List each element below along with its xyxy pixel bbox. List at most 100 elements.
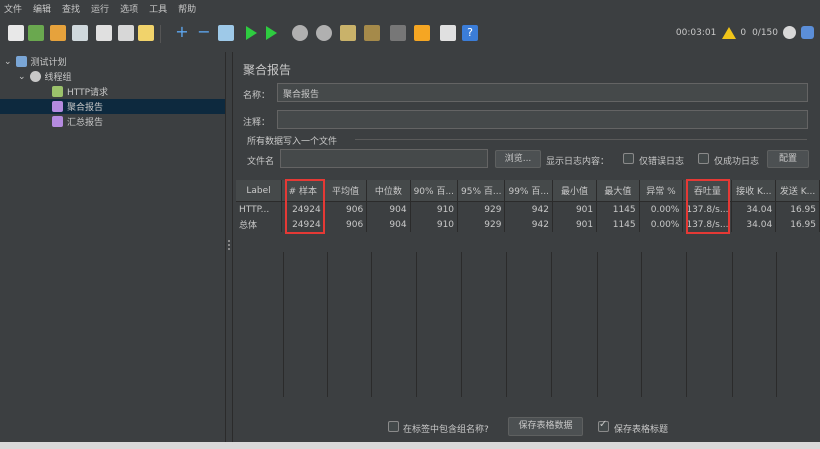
menu-edit[interactable]: 编辑 — [33, 2, 51, 15]
save-table-data-button[interactable]: 保存表格数据 — [508, 417, 583, 436]
status-area: 00:03:01 0 0/150 — [676, 26, 814, 39]
filename-label: 文件名 — [247, 157, 275, 167]
table-cell: 16.95 — [775, 217, 820, 232]
comment-field[interactable] — [277, 110, 808, 129]
samples-column-highlight — [285, 179, 325, 234]
configure-button[interactable]: 配置 — [767, 150, 809, 168]
stop-icon[interactable] — [292, 25, 308, 41]
table-cell: 901 — [552, 201, 598, 217]
collapse-icon[interactable]: − — [196, 24, 212, 41]
table-cell: 34.04 — [731, 217, 777, 232]
test-tree: ⌄ 测试计划 ⌄ 线程组 HTTP请求 聚合报告 汇总报告 — [0, 52, 226, 442]
reset-search-icon[interactable] — [414, 25, 430, 41]
column-header[interactable]: 中位数 — [366, 180, 411, 202]
success-only-label: 仅成功日志 — [714, 157, 760, 167]
menu-options[interactable]: 选项 — [120, 2, 138, 15]
table-cell: 904 — [366, 201, 411, 217]
cut-icon[interactable] — [96, 25, 112, 41]
aggregate-report-panel: 聚合报告 名称： 聚合报告 注释： 所有数据写入一个文件 文件名 浏览... 显… — [233, 52, 820, 442]
tree-label: 聚合报告 — [67, 103, 104, 113]
errors-only-checkbox[interactable] — [623, 153, 634, 164]
group-divider — [355, 139, 807, 140]
column-header[interactable]: 平均值 — [324, 180, 368, 202]
listener-icon — [52, 101, 63, 112]
tree-node-summary-report[interactable]: 汇总报告 — [52, 114, 103, 129]
open-icon[interactable] — [50, 25, 66, 41]
table-cell: 1145 — [596, 201, 640, 217]
file-group-title: 所有数据写入一个文件 — [247, 137, 338, 147]
column-header[interactable]: 发送 K... — [775, 180, 820, 202]
new-icon[interactable] — [8, 25, 24, 41]
shutdown-icon[interactable] — [316, 25, 332, 41]
filename-field[interactable] — [280, 149, 488, 168]
save-icon[interactable] — [72, 25, 88, 41]
test-plan-icon — [15, 56, 27, 67]
search-icon[interactable] — [390, 25, 406, 41]
warning-icon[interactable] — [722, 26, 737, 39]
table-cell: 901 — [552, 217, 598, 232]
chevron-down-icon[interactable]: ⌄ — [4, 57, 12, 67]
name-field[interactable]: 聚合报告 — [277, 83, 808, 102]
tree-node-thread-group[interactable]: ⌄ 线程组 — [18, 69, 72, 84]
chevron-down-icon[interactable]: ⌄ — [18, 72, 26, 82]
column-header[interactable]: 90% 百... — [410, 180, 459, 202]
table-cell: 904 — [366, 217, 411, 232]
column-header[interactable]: 95% 百... — [457, 180, 506, 202]
toolbar: + − ? 00:03:01 0 0/150 — [0, 17, 820, 53]
menu-bar: 文件 编辑 查找 运行 选项 工具 帮助 — [0, 0, 820, 17]
include-group-checkbox[interactable] — [388, 421, 399, 432]
start-no-pause-icon[interactable] — [266, 26, 277, 40]
column-header[interactable]: 99% 百... — [504, 180, 553, 202]
table-cell: 906 — [324, 201, 368, 217]
menu-tools[interactable]: 工具 — [149, 2, 167, 15]
column-header[interactable]: 异常 % — [639, 180, 684, 202]
save-table-header-checkbox[interactable] — [598, 419, 609, 432]
listener-icon — [52, 116, 63, 127]
clear-icon[interactable] — [340, 25, 356, 41]
errors-only-label: 仅错误日志 — [639, 157, 685, 167]
column-header[interactable]: Label — [236, 180, 282, 202]
logger-icon[interactable] — [801, 26, 814, 39]
elapsed-timer: 00:03:01 — [675, 27, 717, 38]
table-cell: 906 — [324, 217, 368, 232]
browse-button[interactable]: 浏览... — [495, 150, 541, 168]
table-cell: 942 — [504, 217, 553, 232]
menu-help[interactable]: 帮助 — [178, 2, 196, 15]
function-helper-icon[interactable] — [440, 25, 456, 41]
menu-file[interactable]: 文件 — [4, 2, 22, 15]
column-header[interactable]: 最大值 — [596, 180, 640, 202]
clear-all-icon[interactable] — [364, 25, 380, 41]
remote-icon[interactable] — [783, 26, 796, 39]
templates-icon[interactable] — [28, 25, 44, 41]
copy-icon[interactable] — [118, 25, 134, 41]
expand-icon[interactable]: + — [174, 24, 190, 41]
thread-count: 0/150 — [752, 27, 778, 38]
tree-node-aggregate-report[interactable]: 聚合报告 — [0, 99, 225, 114]
include-group-label: 在标签中包含组名称? — [403, 425, 489, 435]
tree-node-http-request[interactable]: HTTP请求 — [52, 84, 108, 99]
panel-title: 聚合报告 — [243, 63, 292, 77]
tree-node-test-plan[interactable]: ⌄ 测试计划 — [4, 54, 67, 69]
table-cell: 910 — [410, 201, 459, 217]
tree-label: 汇总报告 — [67, 118, 104, 128]
help-icon[interactable]: ? — [462, 25, 478, 41]
table-cell: 16.95 — [775, 201, 820, 217]
column-header[interactable]: 接收 K... — [731, 180, 777, 202]
splitter-handle[interactable] — [226, 52, 233, 442]
throughput-column-highlight — [686, 179, 730, 234]
column-header[interactable]: 最小值 — [552, 180, 598, 202]
warning-count: 0 — [740, 27, 747, 38]
tree-label: HTTP请求 — [67, 88, 109, 98]
success-only-checkbox[interactable] — [698, 153, 709, 164]
menu-run[interactable]: 运行 — [91, 2, 109, 15]
menu-search[interactable]: 查找 — [62, 2, 80, 15]
start-icon[interactable] — [246, 26, 257, 40]
paste-icon[interactable] — [138, 25, 154, 41]
tree-label: 线程组 — [44, 73, 72, 83]
toolbar-separator — [160, 25, 161, 43]
report-footer: 在标签中包含组名称? 保存表格数据 保存表格标题 — [233, 412, 820, 442]
toggle-icon[interactable] — [218, 25, 234, 41]
name-label: 名称： — [243, 91, 271, 101]
log-content-label: 显示日志内容： — [546, 157, 610, 167]
table-cell: 1145 — [596, 217, 640, 232]
